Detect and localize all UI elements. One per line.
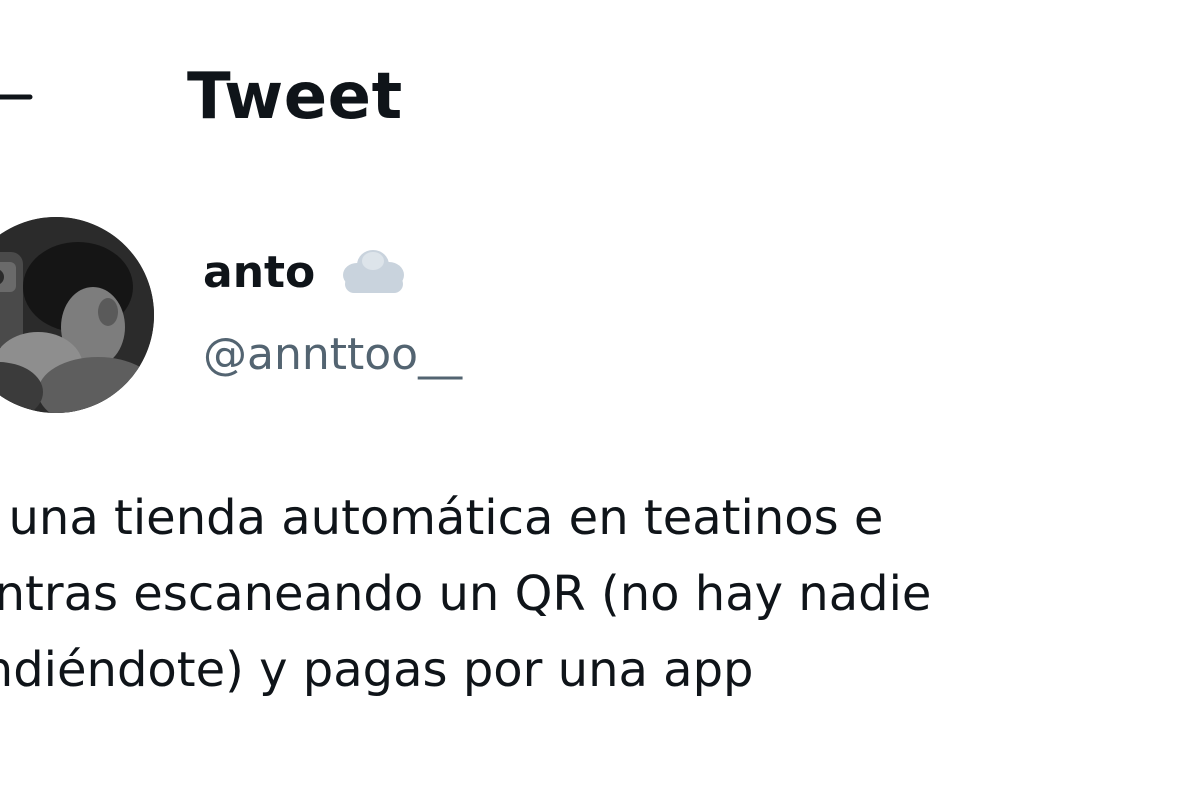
author-block: anto bbox=[203, 238, 411, 308]
tweet-text: hay una tienda automática en teatinos e … bbox=[0, 480, 1200, 708]
tweet-page: Tweet anto @annttoo__ hay una tienda aut… bbox=[0, 0, 1200, 800]
tweet-line: hay una tienda automática en teatinos e bbox=[0, 490, 884, 546]
avatar[interactable] bbox=[0, 217, 154, 413]
tweet-line: atendiéndote) y pagas por una app bbox=[0, 642, 754, 698]
display-name[interactable]: anto bbox=[203, 238, 315, 308]
back-button[interactable] bbox=[0, 62, 40, 132]
header: Tweet bbox=[0, 40, 1200, 150]
tweet-line: mientras escaneando un QR (no hay nadie bbox=[0, 566, 932, 622]
arrow-left-icon bbox=[0, 62, 40, 132]
page-title: Tweet bbox=[187, 60, 403, 134]
username[interactable]: @annttoo__ bbox=[203, 320, 462, 390]
cloud-icon bbox=[335, 243, 411, 303]
display-name-row: anto bbox=[203, 238, 411, 308]
